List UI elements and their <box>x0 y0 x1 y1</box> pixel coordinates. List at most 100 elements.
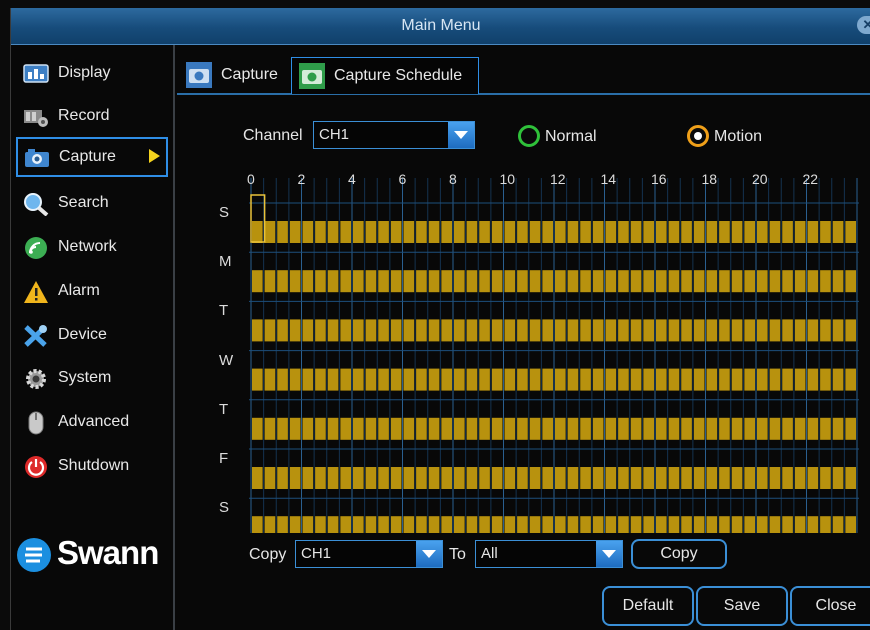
schedule-slot[interactable] <box>252 221 263 243</box>
schedule-slot[interactable] <box>466 221 478 243</box>
schedule-slot[interactable] <box>289 319 301 342</box>
schedule-slot[interactable] <box>744 319 755 342</box>
schedule-slot[interactable] <box>681 270 692 293</box>
schedule-slot[interactable] <box>782 368 793 391</box>
schedule-slot[interactable] <box>807 221 819 243</box>
schedule-slot[interactable] <box>365 516 377 533</box>
schedule-slot[interactable] <box>681 221 692 243</box>
schedule-slot[interactable] <box>706 368 718 391</box>
schedule-slot[interactable] <box>517 221 528 243</box>
schedule-slot[interactable] <box>643 516 654 533</box>
schedule-slot[interactable] <box>757 417 768 440</box>
schedule-slot[interactable] <box>428 516 440 533</box>
schedule-slot[interactable] <box>567 270 579 293</box>
schedule-slot[interactable] <box>529 516 541 533</box>
schedule-slot[interactable] <box>794 368 806 391</box>
schedule-slot[interactable] <box>668 319 680 342</box>
schedule-slot[interactable] <box>340 221 351 243</box>
schedule-slot[interactable] <box>315 417 326 440</box>
schedule-slot[interactable] <box>744 221 755 243</box>
schedule-slot[interactable] <box>327 516 339 533</box>
schedule-slot[interactable] <box>668 516 680 533</box>
schedule-slot[interactable] <box>719 516 730 533</box>
schedule-slot[interactable] <box>428 270 440 293</box>
schedule-slot[interactable] <box>491 516 503 533</box>
schedule-slot[interactable] <box>252 516 263 533</box>
schedule-slot[interactable] <box>454 516 465 533</box>
schedule-slot[interactable] <box>832 417 844 440</box>
schedule-slot[interactable] <box>403 270 415 293</box>
schedule-slot[interactable] <box>454 221 465 243</box>
schedule-slot[interactable] <box>302 270 314 293</box>
schedule-slot[interactable] <box>807 319 819 342</box>
schedule-slot[interactable] <box>403 417 415 440</box>
schedule-slot[interactable] <box>302 319 314 342</box>
schedule-slot[interactable] <box>794 467 806 489</box>
schedule-slot[interactable] <box>277 417 288 440</box>
schedule-slot[interactable] <box>491 467 503 489</box>
schedule-slot[interactable] <box>277 516 288 533</box>
schedule-slot[interactable] <box>757 516 768 533</box>
schedule-slot[interactable] <box>618 221 629 243</box>
schedule-slot[interactable] <box>769 417 781 440</box>
sidebar-item-device[interactable]: Device <box>17 317 167 355</box>
schedule-slot[interactable] <box>491 319 503 342</box>
schedule-slot[interactable] <box>630 467 642 489</box>
schedule-slot[interactable] <box>630 221 642 243</box>
schedule-slot[interactable] <box>529 467 541 489</box>
tab-capture-schedule[interactable]: Capture Schedule <box>291 57 479 94</box>
schedule-slot[interactable] <box>618 467 629 489</box>
schedule-slot[interactable] <box>378 516 389 533</box>
schedule-slot[interactable] <box>327 270 339 293</box>
schedule-slot[interactable] <box>454 270 465 293</box>
schedule-slot[interactable] <box>580 368 591 391</box>
schedule-slot[interactable] <box>378 467 389 489</box>
schedule-slot[interactable] <box>820 270 831 293</box>
schedule-slot[interactable] <box>340 516 351 533</box>
schedule-slot[interactable] <box>403 221 415 243</box>
schedule-slot[interactable] <box>731 467 743 489</box>
schedule-slot[interactable] <box>302 516 314 533</box>
schedule-slot[interactable] <box>592 417 604 440</box>
chevron-down-icon[interactable] <box>596 541 622 567</box>
schedule-slot[interactable] <box>454 467 465 489</box>
schedule-slot[interactable] <box>807 467 819 489</box>
schedule-slot[interactable] <box>681 319 692 342</box>
schedule-slot[interactable] <box>289 270 301 293</box>
schedule-slot[interactable] <box>555 368 566 391</box>
schedule-slot[interactable] <box>681 467 692 489</box>
schedule-slot[interactable] <box>567 467 579 489</box>
schedule-slot[interactable] <box>731 221 743 243</box>
schedule-slot[interactable] <box>820 467 831 489</box>
schedule-slot[interactable] <box>416 417 427 440</box>
schedule-slot[interactable] <box>656 270 667 293</box>
schedule-slot[interactable] <box>832 221 844 243</box>
chevron-down-icon[interactable] <box>416 541 442 567</box>
schedule-slot[interactable] <box>289 516 301 533</box>
schedule-slot[interactable] <box>656 221 667 243</box>
schedule-slot[interactable] <box>605 368 617 391</box>
schedule-slot[interactable] <box>441 319 452 342</box>
schedule-slot[interactable] <box>378 368 389 391</box>
schedule-slot[interactable] <box>340 368 351 391</box>
schedule-slot[interactable] <box>794 516 806 533</box>
schedule-slot[interactable] <box>529 221 541 243</box>
schedule-slot[interactable] <box>845 221 856 243</box>
schedule-slot[interactable] <box>668 467 680 489</box>
schedule-slot[interactable] <box>580 221 591 243</box>
schedule-slot[interactable] <box>668 368 680 391</box>
schedule-slot[interactable] <box>757 221 768 243</box>
schedule-slot[interactable] <box>757 270 768 293</box>
schedule-slot[interactable] <box>277 467 288 489</box>
schedule-slot[interactable] <box>353 319 364 342</box>
schedule-slot[interactable] <box>706 319 718 342</box>
schedule-grid[interactable] <box>249 178 859 533</box>
schedule-slot[interactable] <box>618 516 629 533</box>
schedule-slot[interactable] <box>580 516 591 533</box>
schedule-slot[interactable] <box>693 270 705 293</box>
schedule-slot[interactable] <box>630 417 642 440</box>
schedule-slot[interactable] <box>390 270 402 293</box>
schedule-slot[interactable] <box>592 270 604 293</box>
close-icon[interactable]: ✕ <box>857 16 870 34</box>
schedule-slot[interactable] <box>365 270 377 293</box>
